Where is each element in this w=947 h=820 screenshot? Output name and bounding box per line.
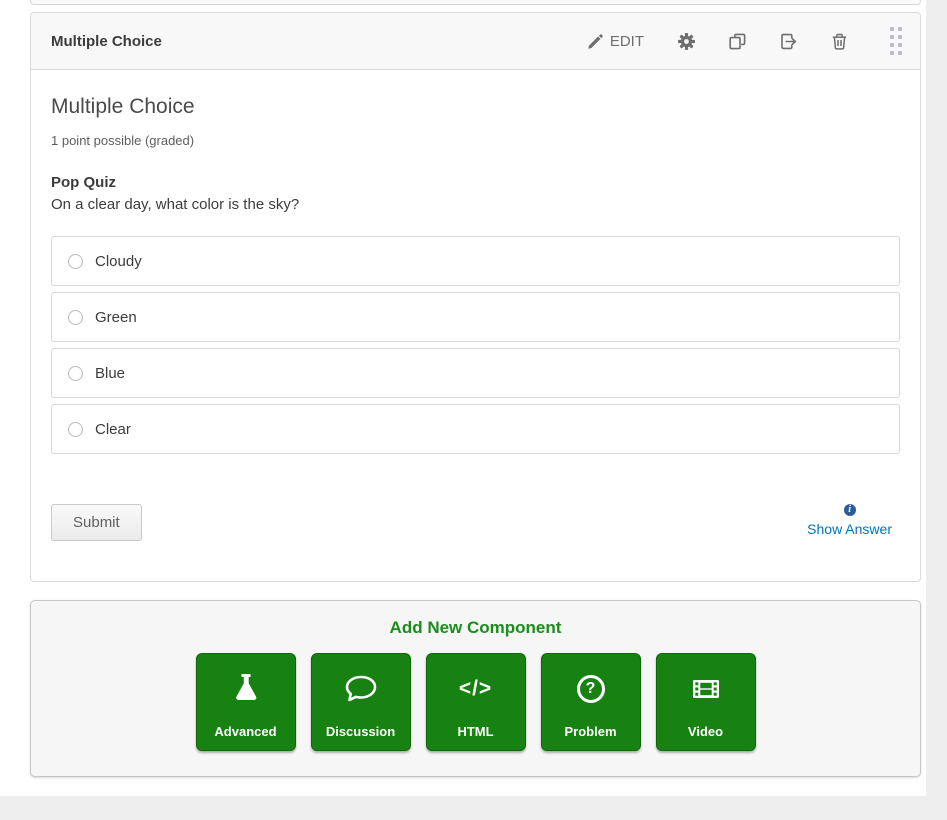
problem-title: Multiple Choice (51, 94, 900, 119)
problem-question: On a clear day, what color is the sky? (51, 196, 900, 213)
add-component-panel: Add New Component Advanced Discussion </… (30, 600, 921, 777)
drag-handle-icon[interactable] (886, 23, 906, 59)
choice-label: Clear (95, 421, 131, 438)
pencil-icon (588, 34, 603, 49)
previous-component-card-edge (30, 0, 921, 5)
submit-button[interactable]: Submit (51, 504, 142, 541)
radio-button[interactable] (68, 254, 83, 269)
add-html-button[interactable]: </> HTML (426, 653, 526, 751)
add-advanced-button[interactable]: Advanced (196, 653, 296, 751)
problem-points: 1 point possible (graded) (51, 133, 900, 148)
add-button-label: HTML (457, 724, 493, 739)
radio-button[interactable] (68, 310, 83, 325)
settings-button[interactable] (674, 29, 699, 54)
choice-label: Cloudy (95, 253, 142, 270)
question-mark-icon: ? (542, 654, 640, 724)
duplicate-button[interactable] (725, 29, 750, 54)
radio-button[interactable] (68, 422, 83, 437)
edit-button-label: EDIT (610, 33, 644, 50)
problem-actions: Submit i Show Answer (51, 504, 900, 541)
add-video-button[interactable]: Video (656, 653, 756, 751)
add-button-label: Advanced (214, 724, 276, 739)
film-icon (657, 654, 755, 724)
choice-row[interactable]: Clear (51, 404, 900, 454)
component-title: Multiple Choice (51, 33, 162, 50)
speech-bubble-icon (312, 654, 410, 724)
choice-row[interactable]: Blue (51, 348, 900, 398)
component-card: Multiple Choice EDIT (30, 12, 921, 582)
show-answer-link[interactable]: Show Answer (807, 521, 892, 537)
choice-label: Green (95, 309, 137, 326)
radio-button[interactable] (68, 366, 83, 381)
trash-icon (831, 33, 848, 50)
component-card-header: Multiple Choice EDIT (31, 13, 920, 70)
choice-row[interactable]: Green (51, 292, 900, 342)
add-component-title: Add New Component (31, 618, 920, 638)
move-button[interactable] (776, 29, 801, 54)
flask-icon (197, 654, 295, 724)
add-problem-button[interactable]: ? Problem (541, 653, 641, 751)
add-discussion-button[interactable]: Discussion (311, 653, 411, 751)
delete-button[interactable] (827, 29, 852, 54)
choice-row[interactable]: Cloudy (51, 236, 900, 286)
problem-preview: Multiple Choice 1 point possible (graded… (31, 70, 920, 581)
choice-label: Blue (95, 365, 125, 382)
add-button-label: Discussion (326, 724, 395, 739)
add-component-buttons: Advanced Discussion </> HTML ? Problem (31, 653, 920, 751)
info-icon: i (844, 504, 856, 516)
add-button-label: Video (688, 724, 723, 739)
component-actions: EDIT (584, 23, 910, 59)
duplicate-icon (729, 33, 746, 50)
move-icon (780, 33, 797, 50)
add-button-label: Problem (564, 724, 616, 739)
choice-list: Cloudy Green Blue Clear (51, 236, 900, 454)
problem-prompt-label: Pop Quiz (51, 174, 900, 191)
gear-icon (678, 33, 695, 50)
edit-button[interactable]: EDIT (584, 29, 648, 54)
code-icon: </> (427, 654, 525, 724)
show-answer-block: i Show Answer (807, 504, 892, 537)
